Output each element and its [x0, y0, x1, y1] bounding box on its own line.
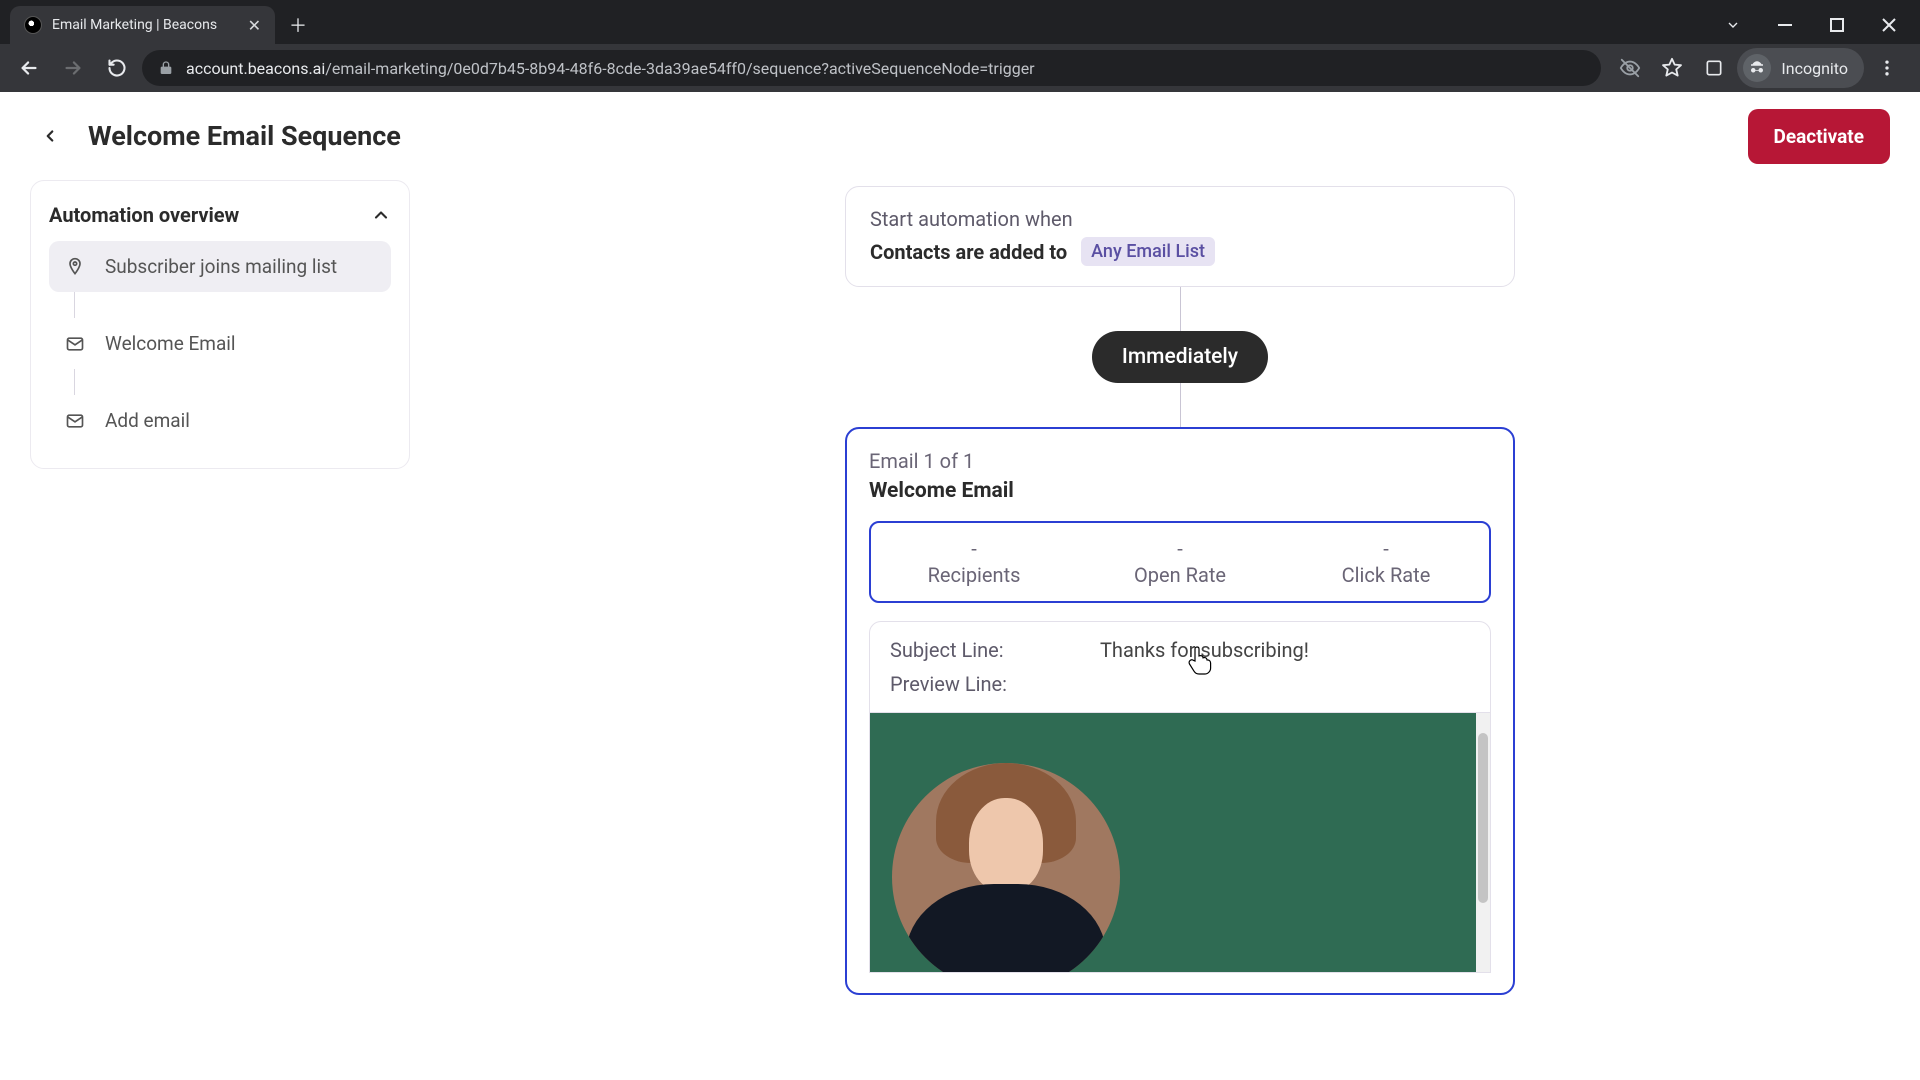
chevron-up-icon[interactable]: [371, 205, 391, 225]
favicon-icon: [24, 16, 42, 34]
address-bar[interactable]: account.beacons.ai/email-marketing/0e0d7…: [142, 50, 1601, 86]
close-tab-icon[interactable]: ✕: [248, 16, 261, 35]
page-title: Welcome Email Sequence: [88, 120, 401, 152]
nav-back-button[interactable]: [10, 49, 48, 87]
pin-icon: [63, 257, 87, 277]
subject-line-value: Thanks for subscribing!: [1100, 638, 1309, 662]
sidebar-item-trigger[interactable]: Subscriber joins mailing list: [49, 241, 391, 292]
tab-overview-icon[interactable]: [1710, 9, 1756, 41]
stats-box[interactable]: - Recipients - Open Rate - Click Rate: [869, 521, 1491, 603]
connector-line: [1180, 287, 1181, 331]
email-title: Welcome Email: [869, 479, 1491, 503]
sidebar-item-label: Add email: [105, 409, 190, 432]
stat-recipients: - Recipients: [871, 537, 1077, 587]
lock-icon: [158, 60, 174, 76]
connector-line: [74, 292, 391, 318]
sidebar-card: Automation overview Subscriber joins mai…: [30, 180, 410, 469]
trigger-line2-prefix: Contacts are added to: [870, 240, 1067, 264]
browser-tab[interactable]: Email Marketing | Beacons ✕: [10, 6, 275, 44]
maximize-window-button[interactable]: [1814, 9, 1860, 41]
scrollbar-thumb[interactable]: [1478, 733, 1488, 903]
trigger-card[interactable]: Start automation when Contacts are added…: [845, 186, 1515, 287]
email-body-preview[interactable]: [870, 712, 1490, 972]
mail-icon: [63, 334, 87, 354]
audience-chip[interactable]: Any Email List: [1081, 237, 1215, 266]
connector-line: [74, 369, 391, 395]
avatar-image: [892, 763, 1120, 973]
preview-scrollbar[interactable]: [1476, 713, 1490, 972]
trigger-line1: Start automation when: [870, 207, 1490, 231]
email-card[interactable]: Email 1 of 1 Welcome Email - Recipients …: [845, 427, 1515, 995]
kebab-menu-icon[interactable]: [1868, 49, 1906, 87]
close-window-button[interactable]: [1866, 9, 1912, 41]
nav-forward-button[interactable]: [54, 49, 92, 87]
sidebar-title: Automation overview: [49, 203, 239, 227]
new-tab-button[interactable]: ＋: [275, 6, 321, 44]
email-meta: Email 1 of 1: [869, 449, 1491, 473]
url-text: account.beacons.ai/email-marketing/0e0d7…: [186, 59, 1585, 78]
incognito-label: Incognito: [1781, 59, 1848, 78]
bookmark-star-icon[interactable]: [1653, 49, 1691, 87]
sidebar-item-add-email[interactable]: Add email: [49, 395, 391, 446]
incognito-badge[interactable]: Incognito: [1737, 48, 1864, 88]
reload-button[interactable]: [98, 49, 136, 87]
incognito-icon: [1743, 54, 1771, 82]
sidebar-item-label: Subscriber joins mailing list: [105, 255, 337, 278]
subject-line-key: Subject Line:: [890, 638, 1040, 662]
tab-title: Email Marketing | Beacons: [52, 17, 238, 33]
email-preview-box: Subject Line: Thanks for subscribing! Pr…: [869, 621, 1491, 973]
sidebar-item-label: Welcome Email: [105, 332, 236, 355]
extensions-icon[interactable]: [1695, 49, 1733, 87]
sidebar-item-welcome-email[interactable]: Welcome Email: [49, 318, 391, 369]
timing-pill[interactable]: Immediately: [1092, 331, 1268, 383]
eye-off-icon[interactable]: [1611, 49, 1649, 87]
minimize-window-button[interactable]: [1762, 9, 1808, 41]
stat-click-rate: - Click Rate: [1283, 537, 1489, 587]
preview-line-key: Preview Line:: [890, 672, 1040, 696]
connector-line: [1180, 383, 1181, 427]
back-button[interactable]: [30, 116, 70, 156]
mail-icon: [63, 411, 87, 431]
stat-open-rate: - Open Rate: [1077, 537, 1283, 587]
deactivate-button[interactable]: Deactivate: [1748, 109, 1890, 164]
